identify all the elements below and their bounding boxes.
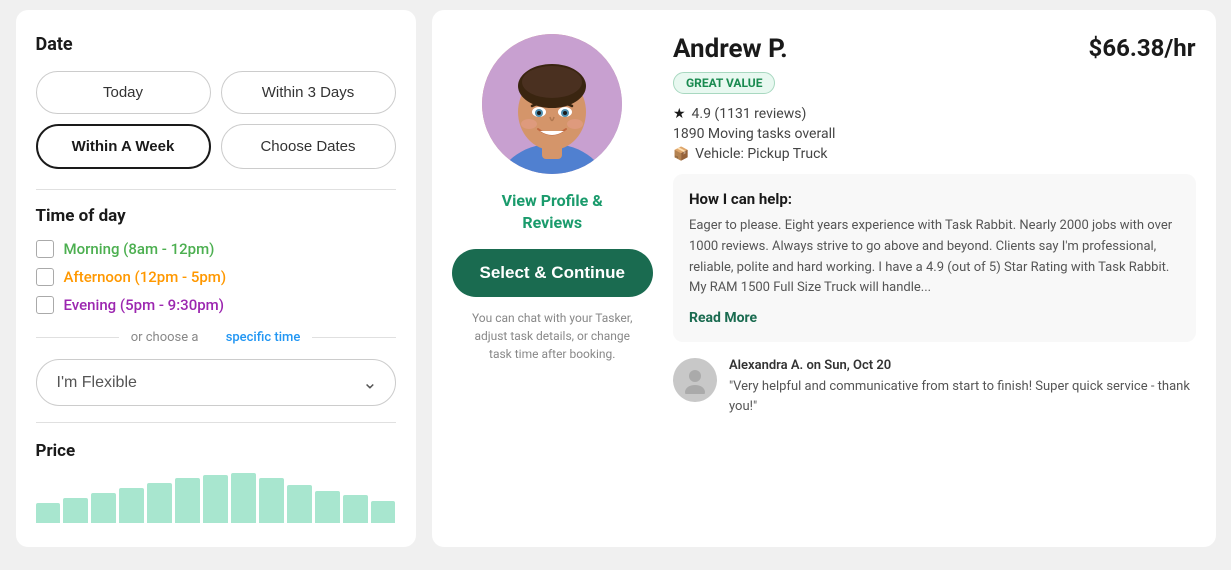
price-chart xyxy=(36,473,396,523)
price-bar-0 xyxy=(36,503,61,523)
date-btn-within-a-week[interactable]: Within A Week xyxy=(36,124,211,169)
price-bar-12 xyxy=(371,501,396,523)
tasks-text: 1890 Moving tasks overall xyxy=(673,126,835,142)
date-btn-within-3-days[interactable]: Within 3 Days xyxy=(221,71,396,114)
vehicle-text: Vehicle: Pickup Truck xyxy=(695,146,827,162)
time-label-morning: Morning (8am - 12pm) xyxy=(64,240,215,258)
date-buttons-group: TodayWithin 3 DaysWithin A WeekChoose Da… xyxy=(36,71,396,169)
truck-icon: 📦 xyxy=(673,147,689,162)
reviewer-date: on Sun, Oct 20 xyxy=(806,358,891,373)
time-checkboxes: Morning (8am - 12pm) Afternoon (12pm - 5p… xyxy=(36,240,396,314)
date-btn-today[interactable]: Today xyxy=(36,71,211,114)
price-bar-1 xyxy=(63,498,88,523)
price-bar-11 xyxy=(343,495,368,523)
tasker-left-col: View Profile & Reviews Select & Continue… xyxy=(452,34,653,523)
select-continue-button[interactable]: Select & Continue xyxy=(452,249,653,297)
view-profile-link[interactable]: View Profile & Reviews xyxy=(502,190,603,235)
price-bar-9 xyxy=(287,485,312,523)
tasker-photo xyxy=(482,34,622,174)
time-option-afternoon[interactable]: Afternoon (12pm - 5pm) xyxy=(36,268,396,286)
booking-note: You can chat with your Tasker, adjust ta… xyxy=(472,309,633,363)
reviewer-name: Alexandra A. xyxy=(729,358,803,373)
date-btn-choose-dates[interactable]: Choose Dates xyxy=(221,124,396,169)
great-value-badge: GREAT VALUE xyxy=(673,72,775,94)
price-bar-7 xyxy=(231,473,256,523)
star-icon: ★ xyxy=(673,106,686,122)
rating-row: ★ 4.9 (1131 reviews) xyxy=(673,106,1196,122)
reviewer-avatar-icon xyxy=(681,366,709,394)
time-checkbox-morning[interactable] xyxy=(36,240,54,258)
help-text: Eager to please. Eight years experience … xyxy=(689,216,1180,299)
tasker-right-col: Andrew P. $66.38/hr GREAT VALUE ★ 4.9 (1… xyxy=(673,34,1196,523)
price-bar-6 xyxy=(203,475,228,523)
reviewer-avatar xyxy=(673,358,717,402)
price-bar-3 xyxy=(119,488,144,523)
tasker-name: Andrew P. xyxy=(673,34,788,64)
or-label: or choose a xyxy=(131,330,199,345)
divider-1 xyxy=(36,189,396,190)
left-filter-panel: Date TodayWithin 3 DaysWithin A WeekChoo… xyxy=(16,10,416,547)
price-title: Price xyxy=(36,441,396,461)
tasker-rate: $66.38/hr xyxy=(1089,34,1196,62)
tasks-row: 1890 Moving tasks overall xyxy=(673,126,1196,142)
price-bar-4 xyxy=(147,483,172,523)
tasker-panel: View Profile & Reviews Select & Continue… xyxy=(432,10,1216,547)
divider-2 xyxy=(36,422,396,423)
time-option-evening[interactable]: Evening (5pm - 9:30pm) xyxy=(36,296,396,314)
tasker-header: Andrew P. $66.38/hr xyxy=(673,34,1196,64)
time-label-evening: Evening (5pm - 9:30pm) xyxy=(64,296,224,314)
price-bar-8 xyxy=(259,478,284,523)
flexible-dropdown[interactable]: I'm Flexible xyxy=(36,359,396,406)
review-text: "Very helpful and communicative from sta… xyxy=(729,377,1196,416)
avatar xyxy=(482,34,622,174)
review-section: Alexandra A. on Sun, Oct 20 "Very helpfu… xyxy=(673,358,1196,416)
time-label-afternoon: Afternoon (12pm - 5pm) xyxy=(64,268,227,286)
vehicle-row: 📦 Vehicle: Pickup Truck xyxy=(673,146,1196,162)
time-section-title: Time of day xyxy=(36,206,396,226)
help-box: How I can help: Eager to please. Eight y… xyxy=(673,174,1196,342)
flexible-dropdown-wrapper: I'm Flexible ⌄ xyxy=(36,359,396,406)
price-bar-5 xyxy=(175,478,200,523)
specific-time-label: specific time xyxy=(226,330,301,345)
rating-text: 4.9 (1131 reviews) xyxy=(692,106,807,122)
time-checkbox-afternoon[interactable] xyxy=(36,268,54,286)
reviewer-name-date: Alexandra A. on Sun, Oct 20 xyxy=(729,358,1196,373)
or-divider: or choose a specific time xyxy=(36,330,396,345)
review-content: Alexandra A. on Sun, Oct 20 "Very helpfu… xyxy=(729,358,1196,416)
read-more-link[interactable]: Read More xyxy=(689,310,757,326)
time-checkbox-evening[interactable] xyxy=(36,296,54,314)
help-title: How I can help: xyxy=(689,190,1180,208)
price-bar-2 xyxy=(91,493,116,523)
date-section-title: Date xyxy=(36,34,396,55)
price-bar-10 xyxy=(315,491,340,523)
time-option-morning[interactable]: Morning (8am - 12pm) xyxy=(36,240,396,258)
tasker-stats: ★ 4.9 (1131 reviews) 1890 Moving tasks o… xyxy=(673,106,1196,162)
